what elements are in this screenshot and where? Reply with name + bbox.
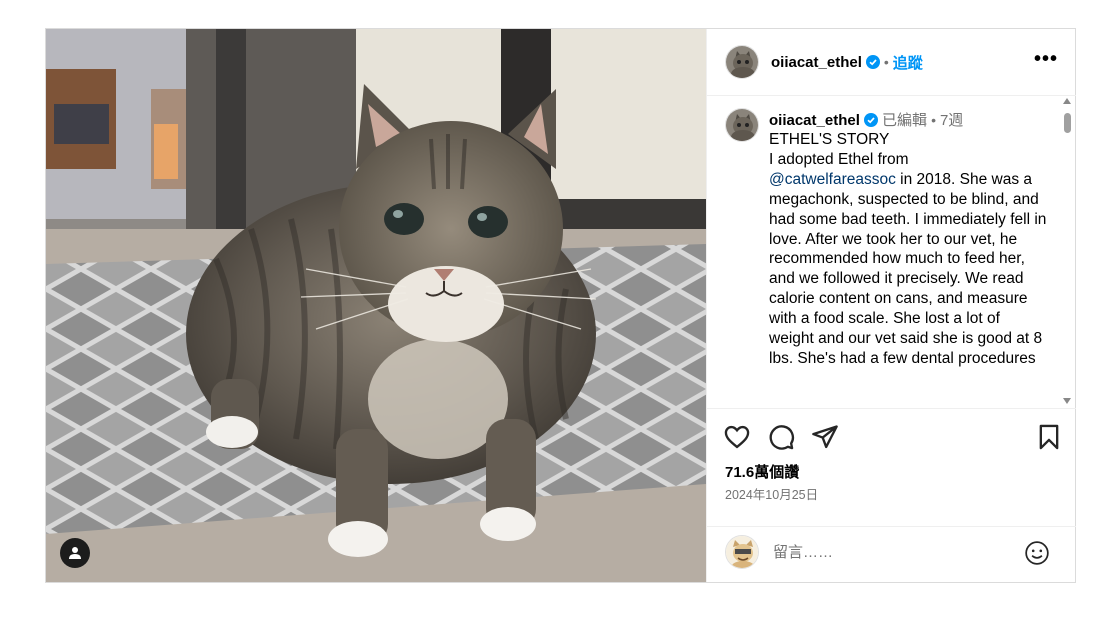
more-options-button[interactable]: ••• [1033,48,1058,70]
separator-dot: • [931,112,936,128]
verified-badge-icon [865,55,880,69]
separator-dot: • [883,54,889,70]
comment-bubble-icon[interactable] [767,423,795,456]
bookmark-icon[interactable] [1035,423,1063,456]
post-photo [46,29,706,582]
scroll-thumb[interactable] [1064,113,1071,133]
verified-badge-icon [863,113,878,127]
caption-username[interactable]: oiiacat_ethel [769,112,860,129]
person-icon [68,546,82,560]
action-icons [723,423,1063,453]
caption-body-rest: in 2018. She was a megachonk, suspected … [769,170,1051,367]
mention-link[interactable]: @catwelfareassoc [769,171,896,188]
caption-scrollbar[interactable] [1062,96,1072,408]
smiley-icon[interactable] [1024,540,1050,571]
post-actions: 71.6萬個讚 2024年10月25日 [707,408,1076,527]
more-icon: ••• [1033,48,1058,70]
comment-input[interactable] [773,541,1013,563]
post-side-panel: oiiacat_ethel • 追蹤 ••• oiiacat_ethel 已編輯… [706,29,1076,582]
caption-title: ETHEL'S STORY [769,131,890,148]
paper-plane-icon[interactable] [811,423,839,456]
post-header: oiiacat_ethel • 追蹤 ••• [707,29,1076,96]
caption-avatar[interactable] [725,108,759,142]
post-age[interactable]: 7週 [940,112,963,129]
comment-bar [707,526,1076,583]
heart-icon[interactable] [723,423,751,456]
edited-label: 已編輯 [882,112,928,129]
cat-photo-illustration [46,29,706,582]
current-user-avatar [725,535,759,569]
caption-header: oiiacat_ethel 已編輯 • 7週 [769,109,963,130]
scroll-down-arrow[interactable] [1063,398,1071,404]
tag-user-button[interactable] [60,538,90,568]
caption-body-start: I adopted Ethel from [769,150,909,168]
avatar[interactable] [725,45,759,79]
post-dialog: oiiacat_ethel • 追蹤 ••• oiiacat_ethel 已編輯… [45,28,1076,583]
follow-button[interactable]: 追蹤 [893,52,923,73]
caption-scroll-area[interactable]: oiiacat_ethel 已編輯 • 7週 ETHEL'S STORY I ado… [707,96,1076,408]
scroll-up-arrow[interactable] [1063,98,1071,104]
author-username[interactable]: oiiacat_ethel [771,54,862,71]
like-count[interactable]: 71.6萬個讚 [725,461,799,482]
post-date[interactable]: 2024年10月25日 [725,484,818,503]
caption-text: ETHEL'S STORY I adopted Ethel from @catw… [769,130,1049,369]
